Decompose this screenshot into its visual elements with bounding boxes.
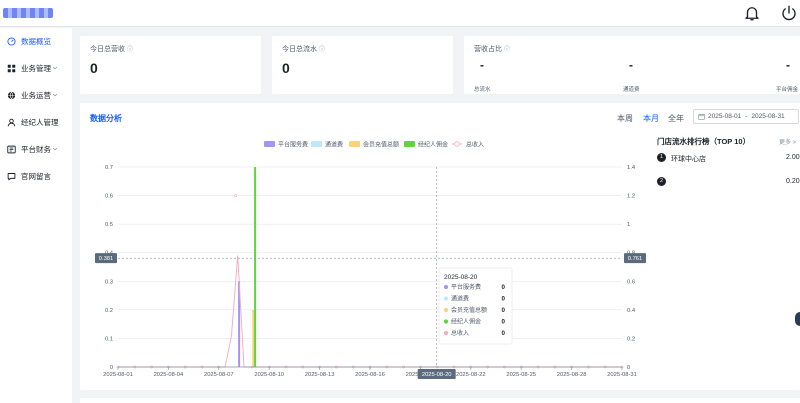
tab-year[interactable]: 全年 xyxy=(668,113,684,124)
tab-month[interactable]: 本月 xyxy=(643,113,659,124)
info-icon[interactable]: ⓘ xyxy=(319,47,325,53)
ranking-more-link[interactable]: 更多 > xyxy=(779,137,796,146)
info-icon[interactable]: ⓘ xyxy=(127,47,133,53)
rank-badge: 2 xyxy=(657,177,666,186)
kpi-card-total-revenue: 今日总营收 ⓘ 0 xyxy=(80,36,261,94)
date-range-picker[interactable]: 2025-08-01 - 2025-08-31 xyxy=(693,109,799,124)
calendar-icon xyxy=(698,113,705,120)
lower-panel xyxy=(80,398,800,403)
share-value-platform-commission: - xyxy=(786,58,790,72)
sidebar-item-label: 业务运营 xyxy=(21,90,51,100)
kpi-value: 0 xyxy=(282,60,290,76)
share-label-total-flow: 总流水 xyxy=(474,87,491,93)
kpi-title: 今日总流水 xyxy=(282,46,317,53)
kpi-title: 今日总营收 xyxy=(90,46,125,53)
user-icon xyxy=(7,118,16,126)
chevron-down-icon xyxy=(52,147,58,151)
globe-icon xyxy=(7,91,16,99)
grid-icon xyxy=(7,64,16,72)
sidebar-item-site-messages[interactable]: 官网留言 xyxy=(0,163,72,189)
sidebar-item-business-operations[interactable]: 业务运营 xyxy=(0,82,72,108)
rank-store-name: 环球中心店 xyxy=(671,156,706,163)
sidebar-item-agent-management[interactable]: 经纪人管理 xyxy=(0,109,72,135)
kpi-card-revenue-share: 营收占比 ⓘ - 总流水 - 通道费 - 平台佣金 xyxy=(464,36,800,94)
chevron-down-icon xyxy=(52,66,58,70)
sidebar-item-label: 经纪人管理 xyxy=(21,117,59,127)
kpi-title-wrap: 今日总流水 ⓘ xyxy=(282,44,325,54)
bell-icon[interactable] xyxy=(743,4,761,22)
sidebar: 数据概览 业务管理 业务运营 经纪人管理 平台财务 官网留言 xyxy=(0,28,72,403)
date-separator: - xyxy=(745,113,748,120)
sidebar-item-business-management[interactable]: 业务管理 xyxy=(0,55,72,81)
panel-title: 数据分析 xyxy=(90,114,122,123)
date-start: 2025-08-01 xyxy=(708,113,742,120)
share-value-channel-fee: - xyxy=(629,58,633,72)
app-logo xyxy=(3,8,53,18)
kpi-card-total-flow: 今日总流水 ⓘ 0 xyxy=(272,36,453,94)
rank-store-value: 2.00 xyxy=(786,154,800,161)
kpi-title-wrap: 营收占比 ⓘ xyxy=(474,44,510,54)
scroll-handle[interactable] xyxy=(795,312,800,326)
rank-badge: 1 xyxy=(657,153,666,162)
share-value-total-flow: - xyxy=(480,58,484,72)
sidebar-item-dashboard[interactable]: 数据概览 xyxy=(0,28,72,54)
sidebar-item-label: 官网留言 xyxy=(21,171,51,181)
power-icon[interactable] xyxy=(780,4,798,22)
sidebar-item-label: 业务管理 xyxy=(21,63,51,73)
sidebar-item-platform-finance[interactable]: 平台财务 xyxy=(0,136,72,162)
tab-week[interactable]: 本周 xyxy=(617,113,633,124)
share-label-channel-fee: 通道费 xyxy=(623,87,640,93)
date-end: 2025-08-31 xyxy=(751,113,785,120)
message-icon xyxy=(7,172,16,180)
data-analysis-panel: 数据分析 本周 本月 全年 2025-08-01 - 2025-08-31 门店… xyxy=(80,103,800,390)
dashboard-icon xyxy=(7,36,16,46)
ranking-title: 门店流水排行榜（TOP 10） xyxy=(657,137,751,146)
rank-store-value: 0.20 xyxy=(786,178,800,185)
finance-icon xyxy=(7,145,16,153)
kpi-title-wrap: 今日总营收 ⓘ xyxy=(90,44,133,54)
share-label-platform-commission: 平台佣金 xyxy=(776,87,799,93)
kpi-value: 0 xyxy=(90,60,98,76)
info-icon[interactable]: ⓘ xyxy=(504,47,510,53)
kpi-title: 营收占比 xyxy=(474,46,502,53)
chevron-down-icon xyxy=(52,93,58,97)
sidebar-item-label: 数据概览 xyxy=(21,36,51,46)
sidebar-item-label: 平台财务 xyxy=(21,144,51,154)
top-bar xyxy=(0,0,800,27)
